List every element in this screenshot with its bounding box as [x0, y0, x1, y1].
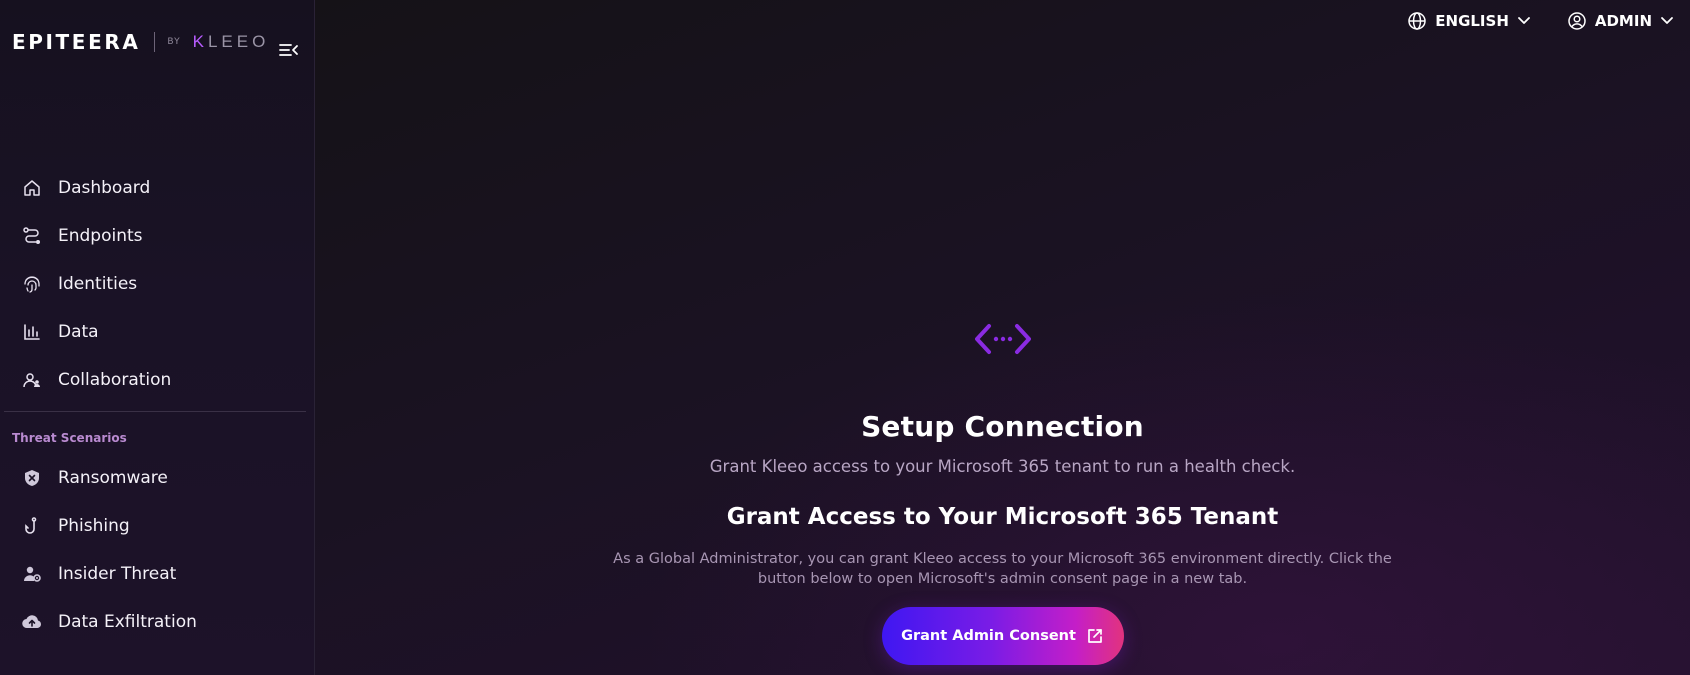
- fingerprint-icon: [21, 273, 43, 295]
- connection-icon: [974, 324, 1031, 354]
- chevron-down-icon: [1517, 17, 1530, 24]
- sidebar-item-data-exfiltration[interactable]: Data Exfiltration: [0, 598, 315, 646]
- app-shell: EPITEERA BY KLEEO Dashboard Endpoints Id…: [0, 0, 1690, 675]
- sidebar-item-identities[interactable]: Identities: [0, 260, 315, 308]
- section-heading: Grant Access to Your Microsoft 365 Tenan…: [726, 504, 1279, 530]
- bar-chart-icon: [21, 321, 43, 343]
- section-title-threat-scenarios: Threat Scenarios: [12, 431, 127, 445]
- sidebar-item-label: Data: [58, 322, 99, 342]
- shield-x-icon: [21, 467, 43, 489]
- chevron-down-icon: [1661, 17, 1673, 24]
- sidebar-item-endpoints[interactable]: Endpoints: [0, 212, 315, 260]
- sidebar: EPITEERA BY KLEEO Dashboard Endpoints Id…: [0, 0, 315, 675]
- partner-logo: KLEEO: [193, 32, 270, 52]
- topbar: ENGLISH ADMIN: [1407, 10, 1674, 32]
- language-label: ENGLISH: [1435, 12, 1509, 30]
- brand-by: BY: [167, 37, 181, 47]
- sidebar-item-label: Insider Threat: [58, 564, 177, 584]
- brand-logo[interactable]: EPITEERA BY KLEEO: [12, 28, 269, 56]
- user-label: ADMIN: [1594, 12, 1652, 30]
- menu-collapse-icon: [279, 44, 298, 56]
- sidebar-item-label: Dashboard: [58, 178, 151, 198]
- nav-divider: [4, 411, 306, 412]
- partner-logo-rest: LEEO: [207, 32, 270, 51]
- grant-admin-consent-button[interactable]: Grant Admin Consent: [881, 607, 1124, 665]
- sidebar-item-label: Endpoints: [58, 226, 143, 246]
- user-menu[interactable]: ADMIN: [1567, 10, 1674, 32]
- collapse-sidebar-button[interactable]: [278, 40, 300, 60]
- brand-separator: [154, 32, 156, 52]
- sidebar-item-label: Collaboration: [58, 370, 172, 390]
- globe-icon: [1408, 12, 1427, 30]
- threat-nav: Ransomware Phishing Insider Threat Data …: [0, 454, 315, 646]
- sidebar-item-dashboard[interactable]: Dashboard: [0, 164, 315, 212]
- sidebar-item-data[interactable]: Data: [0, 308, 315, 356]
- sidebar-item-collaboration[interactable]: Collaboration: [0, 356, 315, 404]
- user-group-icon: [21, 369, 43, 391]
- fishhook-icon: [21, 515, 43, 537]
- sidebar-item-label: Ransomware: [58, 468, 168, 488]
- partner-logo-k: K: [192, 32, 208, 51]
- page-title: Setup Connection: [861, 410, 1144, 443]
- sidebar-item-label: Data Exfiltration: [58, 612, 197, 632]
- setup-connection-panel: Setup Connection Grant Kleeo access to y…: [315, 322, 1690, 665]
- sidebar-item-label: Identities: [58, 274, 138, 294]
- user-circle-icon: [1568, 12, 1586, 30]
- language-selector[interactable]: ENGLISH: [1407, 10, 1531, 32]
- brand-name: EPITEERA: [12, 30, 141, 54]
- main-content: ENGLISH ADMIN Setup Connection Grant Kle…: [315, 0, 1690, 675]
- sidebar-item-label: Phishing: [58, 516, 130, 536]
- route-icon: [21, 225, 43, 247]
- home-icon: [21, 177, 43, 199]
- user-gear-icon: [21, 563, 43, 585]
- sidebar-item-ransomware[interactable]: Ransomware: [0, 454, 315, 502]
- external-link-icon: [1088, 629, 1102, 643]
- button-label: Grant Admin Consent: [901, 628, 1076, 644]
- sidebar-item-insider-threat[interactable]: Insider Threat: [0, 550, 315, 598]
- cloud-upload-icon: [21, 611, 43, 633]
- sidebar-item-phishing[interactable]: Phishing: [0, 502, 315, 550]
- page-subtitle: Grant Kleeo access to your Microsoft 365…: [709, 457, 1296, 476]
- description-text: As a Global Administrator, you can grant…: [613, 551, 1392, 587]
- main-nav: Dashboard Endpoints Identities Data Coll…: [0, 164, 315, 404]
